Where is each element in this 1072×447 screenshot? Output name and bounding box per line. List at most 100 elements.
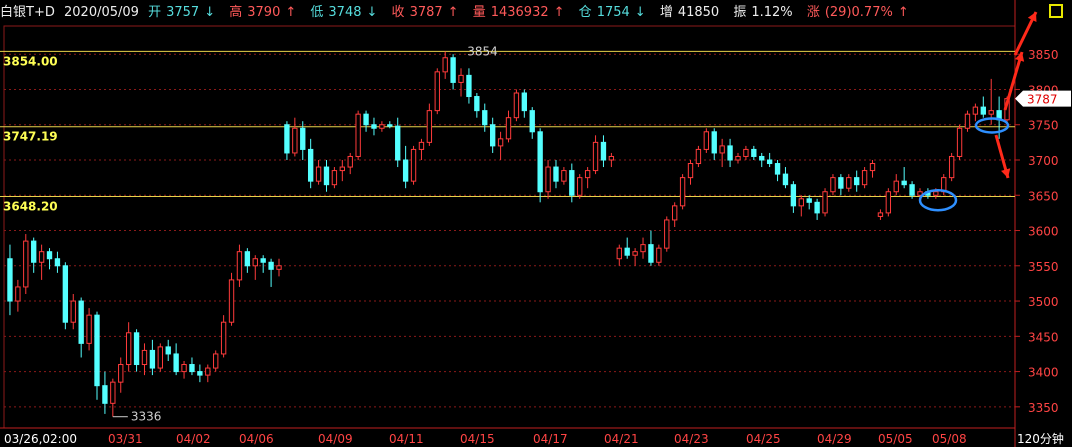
y-tick-label: 3600 <box>1028 225 1059 239</box>
candle-up <box>426 110 433 143</box>
x-tick-label: 04/06 <box>239 432 274 446</box>
candle-up <box>505 117 512 140</box>
candle-down <box>624 247 630 256</box>
candle-down <box>838 177 844 189</box>
candle-down <box>244 251 251 267</box>
x-tick-label: 04/09 <box>318 432 353 446</box>
candle-up <box>679 177 686 207</box>
candlestick-chart[interactable]: 3350340034503500355036003650370037503800… <box>0 0 1072 447</box>
candle-down <box>395 125 401 161</box>
candle-down <box>489 124 496 147</box>
candle-down <box>323 166 330 186</box>
candle-down <box>387 124 393 127</box>
candle-up <box>664 219 670 249</box>
candle-up <box>972 106 979 115</box>
candle-down <box>54 258 61 267</box>
candle-up <box>545 166 551 193</box>
candle-down <box>197 371 203 376</box>
candle-up <box>948 155 955 179</box>
candle-down <box>600 141 607 161</box>
candle-up <box>672 205 678 221</box>
last-price-label: 3787 <box>1027 93 1058 107</box>
candle-down <box>553 166 559 182</box>
x-tick-label: 04/15 <box>460 432 495 446</box>
x-tick-label: 03/26,02:00 <box>4 432 77 446</box>
candle-up <box>577 177 583 196</box>
candle-down <box>284 124 290 154</box>
candle-down <box>94 314 100 387</box>
candle-down <box>751 148 757 157</box>
level-label: 3747.19 <box>3 130 58 144</box>
candle-up <box>110 381 116 404</box>
candle-up <box>656 247 662 263</box>
x-tick-label: 04/25 <box>746 432 781 446</box>
y-tick-label: 3500 <box>1028 295 1059 309</box>
candle-down <box>46 251 53 260</box>
candle-up <box>125 332 132 366</box>
candle-up <box>418 141 425 150</box>
candle-up <box>252 258 258 267</box>
candle-down <box>782 173 789 186</box>
candle-up <box>616 247 622 260</box>
candle-down <box>474 96 480 112</box>
candle-up <box>988 110 994 115</box>
candle-up <box>846 177 852 189</box>
x-tick-label: 04/29 <box>817 432 852 446</box>
candle-up <box>220 321 227 355</box>
candle-up <box>632 251 638 256</box>
candle-up <box>347 155 353 168</box>
candle-up <box>608 155 615 161</box>
candle-down <box>901 180 907 186</box>
candle-up <box>497 138 504 147</box>
candle-up <box>592 141 599 172</box>
candle-down <box>62 265 69 323</box>
y-tick-label: 3550 <box>1028 260 1059 274</box>
candle-up <box>213 353 219 369</box>
y-tick-label: 3700 <box>1028 154 1059 168</box>
candle-down <box>371 124 377 129</box>
candle-down <box>766 159 773 165</box>
candle-down <box>402 159 409 182</box>
candle-up <box>885 191 892 214</box>
x-tick-label: 04/17 <box>533 432 568 446</box>
candle-up <box>687 163 694 179</box>
x-tick-label: 04/23 <box>674 432 709 446</box>
candle-up <box>877 212 884 217</box>
level-label: 3854.00 <box>3 54 58 68</box>
candle-up <box>434 71 440 112</box>
candle-down <box>529 110 535 133</box>
candle-up <box>933 191 939 196</box>
candle-up <box>205 367 211 376</box>
candle-down <box>727 145 733 161</box>
candle-up <box>157 346 163 369</box>
candle-down <box>790 184 797 207</box>
candle-down <box>165 346 171 355</box>
candle-down <box>648 244 654 263</box>
candle-down <box>363 113 369 126</box>
candle-up <box>339 166 345 172</box>
candle-up <box>956 127 963 157</box>
candle-down <box>482 110 488 126</box>
candle-down <box>189 364 195 373</box>
candle-up <box>458 74 464 83</box>
candle-down <box>569 170 575 196</box>
candle-up <box>331 170 338 186</box>
y-tick-label: 3450 <box>1028 330 1059 344</box>
level-label: 3648.20 <box>3 200 58 214</box>
y-tick-label: 3650 <box>1028 189 1059 203</box>
period-label: 120分钟 <box>1017 431 1064 446</box>
candle-down <box>268 261 274 270</box>
candle-up <box>38 251 45 263</box>
candle-up <box>964 113 971 129</box>
candle-down <box>854 177 860 186</box>
candle-up <box>830 177 836 193</box>
candle-up <box>236 251 243 281</box>
candle-down <box>149 349 156 369</box>
x-tick-label: 04/21 <box>604 432 639 446</box>
candle-up <box>798 198 804 207</box>
candle-up <box>861 170 868 186</box>
candle-down <box>31 240 37 263</box>
y-tick-label: 3350 <box>1028 401 1059 415</box>
candle-up <box>695 148 702 165</box>
candle-up <box>181 364 187 373</box>
